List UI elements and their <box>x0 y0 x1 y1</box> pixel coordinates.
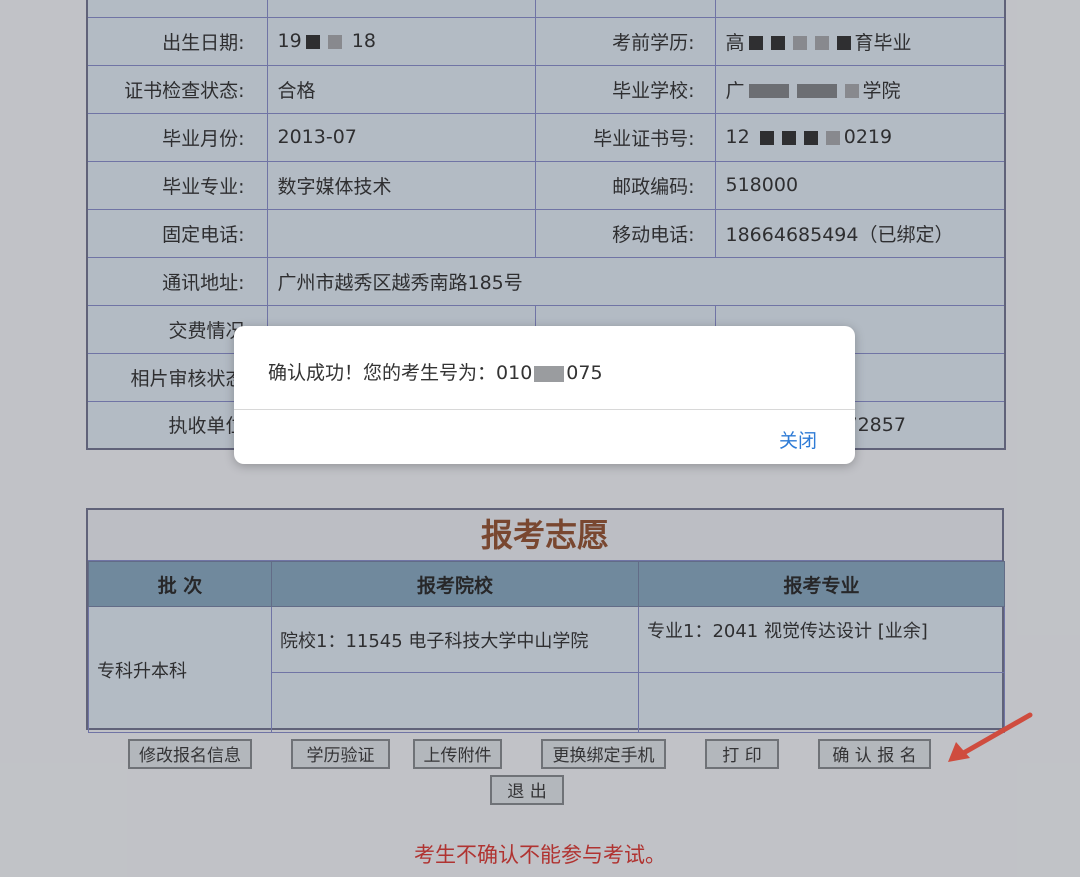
success-dialog: 确认成功！您的考生号为：010 075 关闭 <box>234 326 855 464</box>
dialog-message: 确认成功！您的考生号为：010 075 <box>268 362 603 384</box>
close-button[interactable]: 关闭 <box>779 426 817 453</box>
redaction-mask <box>534 365 565 382</box>
dialog-divider <box>234 409 855 410</box>
